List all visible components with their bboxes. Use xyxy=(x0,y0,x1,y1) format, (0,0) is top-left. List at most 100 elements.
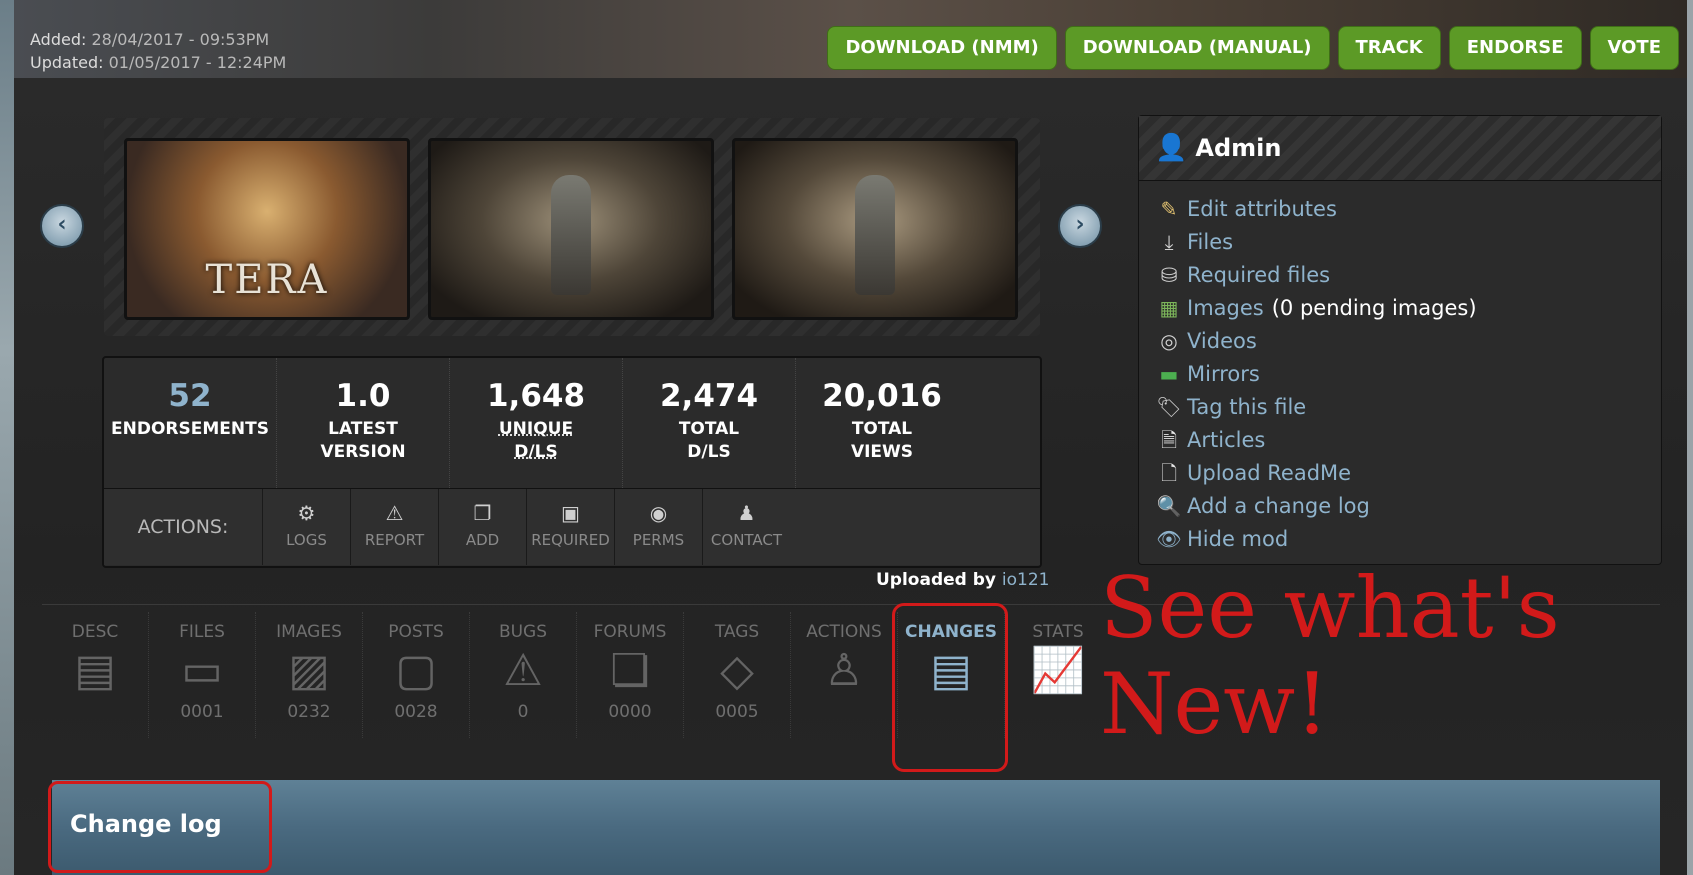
armor-figure xyxy=(551,175,591,295)
header-actions: DOWNLOAD (NMM) DOWNLOAD (MANUAL) TRACK E… xyxy=(827,26,1679,70)
added-value: 28/04/2017 - 09:53PM xyxy=(91,30,270,49)
admin-link-upload-readme[interactable]: 🗋 Upload ReadMe xyxy=(1155,457,1645,490)
endorse-button[interactable]: ENDORSE xyxy=(1448,26,1582,70)
action-required[interactable]: ▣ REQUIRED xyxy=(526,489,614,565)
action-label: LOGS xyxy=(286,531,327,549)
download-nmm-button[interactable]: DOWNLOAD (NMM) xyxy=(827,26,1057,70)
stat-value: 20,016 xyxy=(822,378,942,414)
action-contact[interactable]: ♟ CONTACT xyxy=(702,489,790,565)
readme-icon: 🗋 xyxy=(1160,461,1178,485)
tab-label: FILES xyxy=(179,622,225,642)
admin-header: 👤 Admin xyxy=(1139,116,1661,181)
carousel-thumbnail-2[interactable] xyxy=(428,138,714,320)
tab-posts[interactable]: POSTS ▢ 0028 xyxy=(362,612,469,738)
armor-figure xyxy=(855,175,895,295)
tab-forums[interactable]: FORUMS ❏ 0000 xyxy=(576,612,683,738)
actions-row: ACTIONS: ⚙ LOGS ⚠ REPORT ❐ ADD ▣ REQUIRED ◉ P… xyxy=(104,488,1040,565)
track-button[interactable]: TRACK xyxy=(1337,26,1441,70)
action-label: REQUIRED xyxy=(531,531,610,549)
admin-link-label[interactable]: Add a change log xyxy=(1187,490,1370,523)
tab-desc[interactable]: DESC ▤ xyxy=(42,612,148,738)
admin-link-videos[interactable]: ◎ Videos xyxy=(1155,325,1645,358)
uploader-link[interactable]: io121 xyxy=(1002,570,1050,590)
admin-link-tag-file[interactable]: 🏷 Tag this file xyxy=(1155,391,1645,424)
tab-label: ACTIONS xyxy=(806,622,882,642)
tag-icon: ◇ xyxy=(720,645,754,696)
admin-link-label[interactable]: Required files xyxy=(1187,259,1330,292)
stat-value: 52 xyxy=(168,378,212,414)
tab-label: IMAGES xyxy=(276,622,342,642)
admin-link-add-changelog[interactable]: 🔍 Add a change log xyxy=(1155,490,1645,523)
tab-images[interactable]: IMAGES ▨ 0232 xyxy=(255,612,362,738)
document-icon: 🗎 xyxy=(1160,428,1178,452)
stat-label: TOTAL VIEWS xyxy=(850,419,914,462)
action-add[interactable]: ❐ ADD xyxy=(438,489,526,565)
admin-link-images[interactable]: ▦ Images (0 pending images) xyxy=(1155,292,1645,325)
admin-link-label[interactable]: Mirrors xyxy=(1187,358,1260,391)
updated-value: 01/05/2017 - 12:24PM xyxy=(108,53,287,72)
tab-label: DESC xyxy=(71,622,119,642)
carousel-prev-button[interactable]: ‹ xyxy=(40,204,84,248)
admin-link-label[interactable]: Images xyxy=(1187,292,1264,325)
tab-actions[interactable]: ACTIONS ♙ xyxy=(790,612,897,738)
admin-link-files[interactable]: ⤓ Files xyxy=(1155,226,1645,259)
annotation-line-2: New! xyxy=(1100,655,1329,753)
added-label: Added: xyxy=(30,30,87,49)
admin-link-label[interactable]: Tag this file xyxy=(1187,391,1306,424)
tab-tags[interactable]: TAGS ◇ 0005 xyxy=(683,612,790,738)
admin-link-mirrors[interactable]: ▬ Mirrors xyxy=(1155,358,1645,391)
user-icon: ♟ xyxy=(737,501,756,525)
window-right-edge xyxy=(1687,0,1693,875)
action-report[interactable]: ⚠ REPORT xyxy=(350,489,438,565)
carousel-next-button[interactable]: › xyxy=(1058,204,1102,248)
stat-label[interactable]: UNIQUE D/LS xyxy=(496,418,576,464)
stat-value: 1.0 xyxy=(335,378,391,414)
tab-count: 0028 xyxy=(394,702,438,722)
admin-title: Admin xyxy=(1195,134,1282,162)
eye-icon: 👁 xyxy=(1156,527,1182,551)
tab-label: STATS xyxy=(1032,622,1084,642)
warning-icon: ⚠ xyxy=(503,645,543,696)
download-manual-button[interactable]: DOWNLOAD (MANUAL) xyxy=(1064,26,1330,70)
stats-row: 52 ENDORSEMENTS 1.0 LATEST VERSION 1,648… xyxy=(104,358,1040,488)
tab-stats[interactable]: STATS 📈 xyxy=(1004,612,1111,738)
tab-files[interactable]: FILES ▭ 0001 xyxy=(148,612,255,738)
tag-icon: 🏷 xyxy=(1156,395,1182,419)
action-label: REPORT xyxy=(364,531,425,549)
admin-link-hide-mod[interactable]: 👁 Hide mod xyxy=(1155,523,1645,556)
pending-images-note: (0 pending images) xyxy=(1271,296,1477,320)
carousel-thumbnail-3[interactable] xyxy=(732,138,1018,320)
action-perms[interactable]: ◉ PERMS xyxy=(614,489,702,565)
stat-label: TOTAL D/LS xyxy=(678,419,740,462)
annotation-line-1: See what's xyxy=(1100,559,1560,657)
tab-count: 0001 xyxy=(180,702,224,722)
action-logs[interactable]: ⚙ LOGS xyxy=(262,489,350,565)
tab-count: 0 xyxy=(517,702,529,722)
thumbnail-logo-text: TERA xyxy=(205,257,329,303)
pencil-icon: ✎ xyxy=(1160,197,1178,221)
admin-link-label[interactable]: Videos xyxy=(1187,325,1257,358)
stat-value: 2,474 xyxy=(659,378,759,414)
action-label: CONTACT xyxy=(710,531,783,549)
image-carousel: TERA xyxy=(104,118,1040,336)
admin-link-label[interactable]: Files xyxy=(1187,226,1233,259)
carousel-thumbnail-1[interactable]: TERA xyxy=(124,138,410,320)
actions-label: ACTIONS: xyxy=(137,516,229,538)
tab-bugs[interactable]: BUGS ⚠ 0 xyxy=(469,612,576,738)
vote-button[interactable]: VOTE xyxy=(1589,26,1679,70)
speech-bubble-icon: ▢ xyxy=(395,645,437,696)
changes-tab-highlight xyxy=(892,603,1008,772)
uploaded-by-label: Uploaded by xyxy=(876,570,996,590)
tab-count: 0000 xyxy=(608,702,652,722)
admin-link-label[interactable]: Hide mod xyxy=(1187,523,1288,556)
stat-total-views: 20,016 TOTAL VIEWS xyxy=(796,358,968,488)
chevron-left-icon: ‹ xyxy=(57,212,67,237)
admin-link-label[interactable]: Articles xyxy=(1187,424,1265,457)
admin-link-label[interactable]: Edit attributes xyxy=(1187,193,1337,226)
admin-link-edit-attributes[interactable]: ✎ Edit attributes xyxy=(1155,193,1645,226)
admin-link-required-files[interactable]: ⛁ Required files xyxy=(1155,259,1645,292)
line-chart-icon: 📈 xyxy=(1030,645,1086,696)
action-label: PERMS xyxy=(632,531,685,549)
admin-link-articles[interactable]: 🗎 Articles xyxy=(1155,424,1645,457)
admin-link-label[interactable]: Upload ReadMe xyxy=(1187,457,1351,490)
